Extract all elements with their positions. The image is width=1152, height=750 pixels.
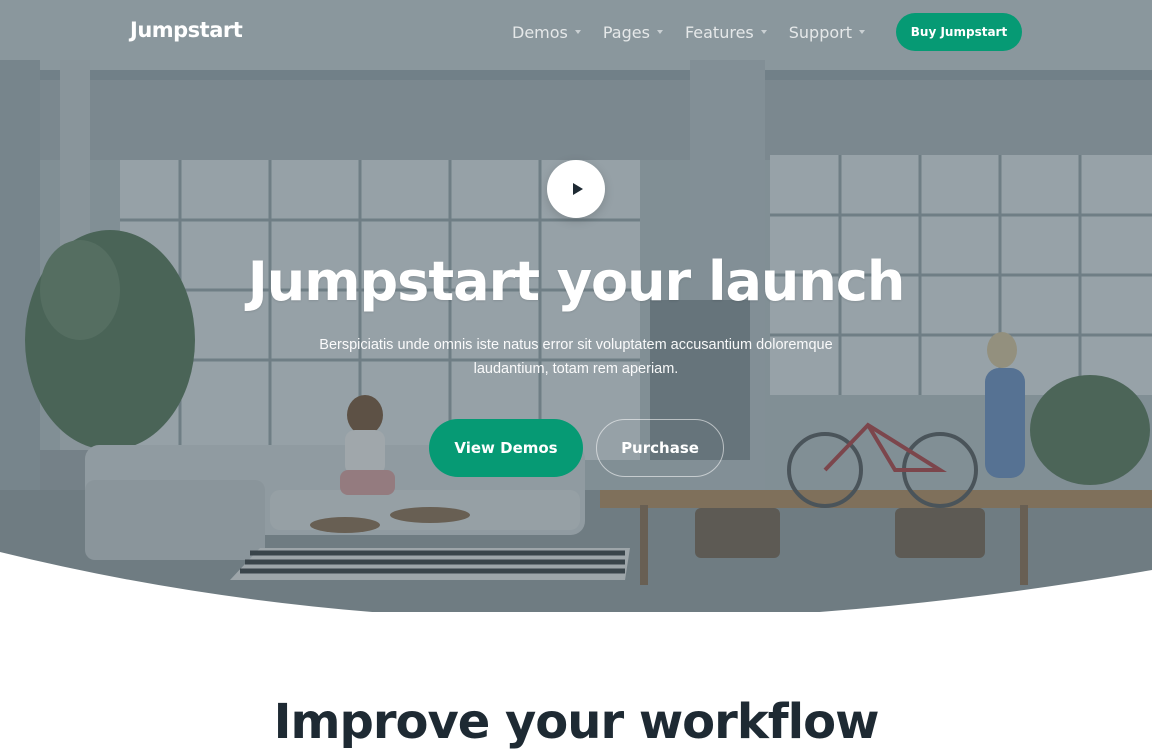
buy-jumpstart-button[interactable]: Buy Jumpstart: [896, 13, 1022, 51]
hero-subtitle: Berspiciatis unde omnis iste natus error…: [319, 337, 833, 377]
main-nav: Demos Pages Features Support: [512, 20, 887, 44]
nav-item-label: Features: [684, 22, 754, 42]
nav-item-features[interactable]: Features: [685, 20, 767, 44]
nav-item-support[interactable]: Support: [789, 20, 865, 44]
nav-item-demos[interactable]: Demos: [512, 20, 581, 44]
brand-logo[interactable]: Jumpstart: [130, 18, 243, 42]
nav-item-label: Support: [788, 22, 852, 42]
chevron-down-icon: [656, 30, 663, 34]
hero-title: Jumpstart your launch: [247, 250, 906, 313]
hero-bottom-curve: [0, 552, 1152, 612]
nav-item-label: Pages: [602, 22, 650, 42]
nav-item-pages[interactable]: Pages: [603, 20, 663, 44]
play-icon: [572, 183, 583, 195]
chevron-down-icon: [574, 30, 581, 34]
chevron-down-icon: [760, 30, 767, 34]
view-demos-button[interactable]: View Demos: [429, 419, 583, 477]
nav-item-label: Demos: [512, 22, 568, 42]
chevron-down-icon: [859, 30, 865, 34]
section-heading: Improve your workflow: [273, 694, 880, 750]
play-video-button[interactable]: [547, 160, 605, 218]
purchase-button[interactable]: Purchase: [596, 419, 724, 477]
